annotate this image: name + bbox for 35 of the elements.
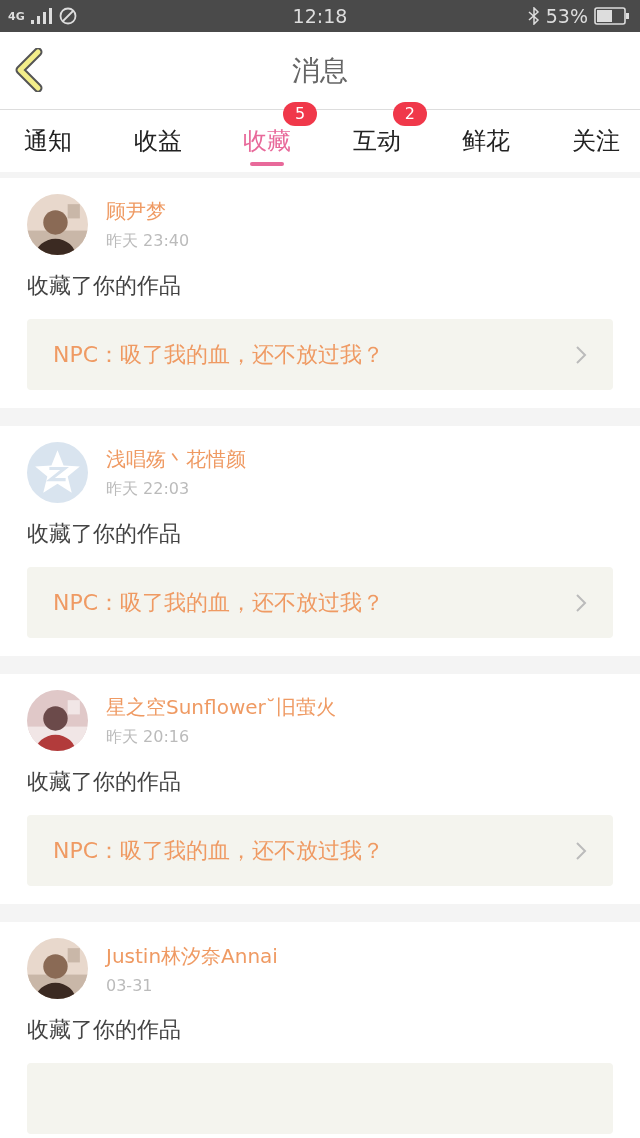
timestamp: 昨天 23:40 <box>106 230 190 252</box>
chevron-icon <box>575 592 587 613</box>
do-not-disturb-icon <box>58 7 77 25</box>
timestamp: 昨天 22:03 <box>106 478 191 500</box>
network-label: 4G <box>8 9 25 23</box>
user-name[interactable]: 浅唱殇丶花惜颜 <box>106 445 246 473</box>
action-text: 收藏了你的作品 <box>27 1016 182 1044</box>
user-name[interactable]: 顾尹梦 <box>106 197 190 225</box>
tab[interactable]: 收益 <box>123 110 192 172</box>
tab[interactable]: 通知 <box>14 110 82 172</box>
action-text: 收藏了你的作品 <box>27 768 182 796</box>
bluetooth-icon <box>527 7 540 25</box>
chevron-icon <box>575 840 587 861</box>
timestamp: 昨天 20:16 <box>106 726 191 748</box>
work-link[interactable]: NPC：吸了我的血，还不放过我？ <box>27 319 613 390</box>
chevron-icon <box>575 344 587 365</box>
timestamp: 03-31 <box>106 975 154 995</box>
action-text: 收藏了你的作品 <box>27 520 182 548</box>
back-icon <box>14 48 44 92</box>
back-button[interactable] <box>14 48 44 92</box>
count-badge: 2 <box>392 102 427 126</box>
page-title: 消息 <box>292 52 348 89</box>
count-badge: 5 <box>283 102 318 126</box>
user-name[interactable]: Justin林汐奈Annai <box>106 942 278 970</box>
work-link[interactable]: NPC：吸了我的血，还不放过我？ <box>27 567 613 638</box>
avatar-icon <box>27 442 88 503</box>
tab[interactable]: 鲜花 <box>452 110 521 172</box>
tab[interactable]: 关注 <box>561 110 630 172</box>
user-name[interactable]: 星之空Sunflower˘旧萤火 <box>106 693 336 721</box>
signal-icon <box>30 8 53 24</box>
battery-icon <box>594 7 630 25</box>
clock: 12:18 <box>291 5 349 27</box>
battery-percent: 53% <box>545 5 588 27</box>
action-text: 收藏了你的作品 <box>27 272 182 300</box>
work-link[interactable]: NPC：吸了我的血，还不放过我？ <box>27 815 613 886</box>
